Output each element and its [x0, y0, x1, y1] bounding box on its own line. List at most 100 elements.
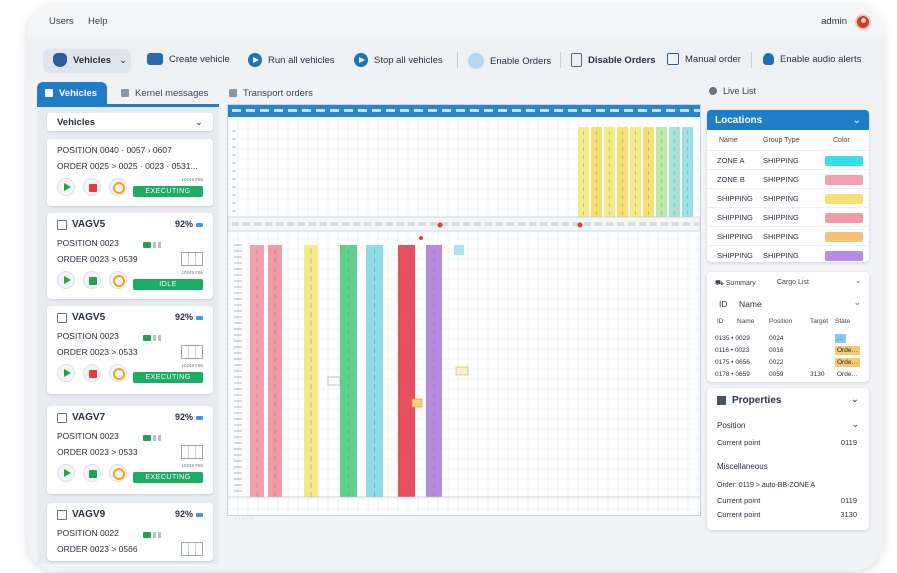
pause-button[interactable] — [109, 271, 127, 289]
tab-vehicles[interactable]: Vehicles — [37, 82, 107, 104]
tab-transport-orders[interactable]: Transport orders — [221, 82, 331, 104]
chevron-down-icon[interactable]: ⌄ — [853, 297, 861, 308]
create-vehicle-button[interactable]: Create vehicle — [147, 53, 230, 65]
run-button[interactable] — [57, 364, 75, 382]
chevron-down-icon[interactable]: ⌄ — [855, 277, 861, 285]
color-swatch[interactable] — [825, 251, 863, 261]
ruler-tick — [568, 109, 577, 112]
ruler-tick — [498, 109, 507, 112]
location-group: SHIPPING — [763, 175, 799, 184]
user-name[interactable]: admin — [821, 16, 847, 27]
location-row[interactable]: SHIPPING SHIPPING — [707, 188, 869, 207]
properties-icon — [717, 396, 726, 405]
current-point-label: Current point — [717, 510, 761, 519]
ruler-tick — [456, 109, 465, 112]
run-button[interactable] — [57, 464, 75, 482]
grid-icon[interactable] — [181, 542, 203, 556]
corridor-tick — [562, 222, 569, 226]
ruler-tick — [400, 109, 409, 112]
chevron-down-icon: ⌄ — [119, 54, 127, 66]
cargo-list-tab[interactable]: Cargo List — [777, 279, 809, 286]
chevron-down-icon[interactable]: ⌄ — [851, 394, 859, 405]
location-row[interactable]: ZONE A SHIPPING — [707, 150, 869, 169]
corridor-tick — [683, 222, 690, 226]
tab-kernel-messages[interactable]: Kernel messages — [113, 82, 221, 104]
vehicle-order: ORDER 0023 > 0533 — [57, 447, 138, 457]
menu-users[interactable]: Users — [49, 16, 74, 27]
corridor-tick — [661, 222, 668, 226]
station-marker — [454, 245, 464, 255]
table-row[interactable]: 0135 • 0029 0024 … — [707, 333, 869, 345]
vehicle-card[interactable]: POSITION 0040 · 0057 › 0607 ORDER 0025 > … — [47, 139, 213, 206]
properties-header[interactable]: Properties — [717, 395, 781, 406]
corridor-tick — [672, 222, 679, 226]
location-row[interactable]: ZONE B SHIPPING — [707, 169, 869, 188]
battery-indicator — [143, 240, 169, 248]
chevron-down-icon[interactable]: ⌄ — [851, 419, 859, 430]
grid-icon[interactable] — [181, 445, 203, 459]
vehicles-button[interactable]: Vehicles ⌄ — [53, 53, 127, 67]
stop-all-button[interactable]: Stop all vehicles — [354, 53, 443, 67]
ruler-tick — [288, 109, 297, 112]
location-row[interactable]: SHIPPING SHIPPING — [707, 245, 869, 264]
vehicle-position: POSITION 0023 — [57, 431, 119, 441]
pause-button[interactable] — [109, 464, 127, 482]
stop-button[interactable] — [83, 464, 101, 482]
avatar[interactable] — [855, 14, 871, 30]
miscellaneous-section[interactable]: Miscellaneous — [717, 462, 768, 471]
pause-button[interactable] — [109, 178, 127, 196]
vehicle-card[interactable]: VAGV5 92% POSITION 0023 ORDER 0023 > 0533 10… — [47, 306, 213, 394]
table-row[interactable]: 0175 • 0656 0022 Orde… — [707, 357, 869, 369]
vehicles-select[interactable]: Vehicles ⌄ — [47, 113, 213, 131]
disable-orders-button[interactable]: Disable Orders — [571, 53, 656, 67]
vehicle-position: POSITION 0023 — [57, 238, 119, 248]
map-view[interactable] — [227, 104, 703, 516]
vehicle-position: POSITION 0023 — [57, 331, 119, 341]
ruler-tick — [540, 109, 549, 112]
vehicle-position: POSITION 0022 — [57, 528, 119, 538]
vehicle-card[interactable]: VAGV9 92% POSITION 0022 ORDER 0023 > 0566 — [47, 503, 213, 561]
stop-button[interactable] — [83, 178, 101, 196]
color-swatch[interactable] — [825, 156, 863, 166]
audio-alerts-button[interactable]: Enable audio alerts — [763, 53, 861, 65]
location-row[interactable]: SHIPPING SHIPPING — [707, 207, 869, 226]
color-swatch[interactable] — [825, 175, 863, 185]
status-badge: IDLE — [133, 279, 203, 290]
color-swatch[interactable] — [825, 194, 863, 204]
cargo-position: 0022 — [769, 359, 784, 366]
run-all-button[interactable]: Run all vehicles — [248, 53, 335, 67]
status-badge: EXECUTING — [133, 372, 203, 383]
run-button[interactable] — [57, 178, 75, 196]
run-button[interactable] — [57, 271, 75, 289]
manual-order-button[interactable]: Manual order — [667, 53, 741, 65]
toolbar: Vehicles ⌄ Create vehicle Run all vehicle… — [27, 40, 883, 80]
tab-live-list[interactable]: Live List — [709, 86, 756, 96]
menu-help[interactable]: Help — [88, 16, 108, 27]
position-section[interactable]: Position — [717, 421, 745, 430]
pause-button[interactable] — [109, 364, 127, 382]
grid-icon[interactable] — [181, 252, 203, 266]
corridor-tick — [584, 222, 591, 226]
plant-map[interactable] — [227, 105, 703, 515]
table-row[interactable]: 0116 • 0023 0016 Orde… — [707, 345, 869, 357]
vehicle-card[interactable]: VAGV7 92% POSITION 0023 ORDER 0023 > 0533 10… — [47, 406, 213, 494]
vehicle-tag: 10249 F86 — [181, 363, 203, 368]
filter-name[interactable]: Name — [739, 299, 762, 309]
battery-indicator — [143, 530, 169, 538]
grid-icon[interactable] — [181, 345, 203, 359]
ruler-tick — [694, 109, 703, 112]
locations-header[interactable]: Locations ⌄ — [707, 110, 869, 130]
table-row[interactable]: 0178 • 0659 0059 3130 Orde… — [707, 369, 869, 381]
corridor-tick — [287, 222, 294, 226]
summary-tab[interactable]: ⛟ Summary — [715, 279, 756, 288]
corridor-tick — [265, 222, 272, 226]
color-swatch[interactable] — [825, 213, 863, 223]
corridor-tick — [452, 222, 459, 226]
stop-button[interactable] — [83, 364, 101, 382]
color-swatch[interactable] — [825, 232, 863, 242]
location-row[interactable]: SHIPPING SHIPPING — [707, 226, 869, 245]
stop-button[interactable] — [83, 271, 101, 289]
corridor-tick — [353, 222, 360, 226]
enable-orders-button[interactable]: Enable Orders — [468, 53, 551, 69]
vehicle-card[interactable]: VAGV5 92% POSITION 0023 ORDER 0023 > 0539 10… — [47, 213, 213, 299]
